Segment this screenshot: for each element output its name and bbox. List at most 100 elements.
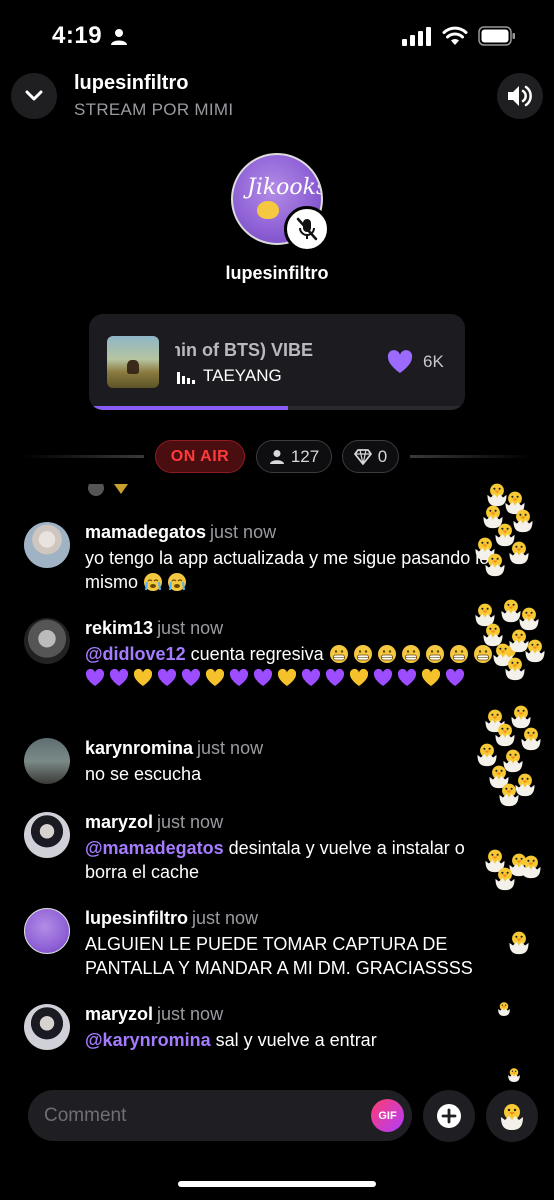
hatching-chick-icon: [498, 1002, 510, 1016]
chat-username[interactable]: rekim13: [85, 618, 153, 638]
chat-text: @karynromina sal y vuelve a entrar: [85, 1028, 505, 1052]
divider-left: [22, 455, 144, 458]
chat-message: rekim13 just now @didlove12 cuenta regres…: [24, 618, 524, 718]
chat-mention[interactable]: @mamadegatos: [85, 838, 224, 858]
viewer-count-pill[interactable]: 127: [256, 440, 332, 473]
chat-text-content: ALGUIEN LE PUEDE TOMAR CAPTURA DE PANTAL…: [85, 934, 473, 978]
yellow-heart-icon: [277, 668, 297, 686]
chat-message: maryzol just now @mamadegatos desintala y…: [24, 812, 524, 888]
hatching-chick-icon: [505, 657, 525, 681]
hatching-chick-icon: [485, 553, 505, 577]
plus-icon: [437, 1104, 461, 1128]
music-card[interactable]: min of BTS) VIBE TAEYANG 6K: [89, 314, 465, 410]
chat-text: ALGUIEN LE PUEDE TOMAR CAPTURA DE PANTAL…: [85, 932, 505, 980]
chat-text-content: no se escucha: [85, 764, 202, 784]
purple-heart-icon: [373, 668, 393, 686]
chat-text-content: sal y vuelve a entrar: [210, 1030, 377, 1050]
purple-heart-icon: [301, 668, 321, 686]
gif-button[interactable]: GIF: [371, 1099, 404, 1132]
track-artist: TAEYANG: [203, 366, 282, 385]
hatching-chick-icon: [521, 855, 541, 879]
person-icon: [269, 449, 284, 464]
yellow-heart-icon: [133, 668, 153, 686]
avatar[interactable]: [24, 618, 70, 664]
chat-username[interactable]: mamadegatos: [85, 522, 206, 542]
yellow-heart-icon: [349, 668, 369, 686]
mic-off-icon: [296, 217, 318, 241]
reaction-button[interactable]: [486, 1090, 538, 1142]
chat-mention[interactable]: @didlove12: [85, 644, 186, 664]
comment-input[interactable]: [44, 1090, 364, 1141]
yellow-heart-icon: [421, 668, 441, 686]
stream-header: lupesinfiltro STREAM POR MIMI: [0, 70, 554, 130]
hatching-chick-icon: [499, 783, 519, 807]
avatar[interactable]: [24, 908, 70, 954]
chat-text: no se escucha: [85, 762, 505, 786]
status-bar: 4:19: [0, 0, 554, 70]
chat-username-line: maryzol just now: [85, 1004, 223, 1025]
track-title: min of BTS) VIBE: [175, 340, 369, 361]
add-button[interactable]: [423, 1090, 475, 1142]
grimacing-face-icon: [401, 645, 420, 663]
divider-right: [410, 455, 532, 458]
grimacing-face-icon: [425, 645, 444, 663]
wifi-icon: [442, 26, 468, 45]
chat-message: maryzol just now @karynromina sal y vuelv…: [24, 1004, 524, 1054]
purple-heart-icon: [157, 668, 177, 686]
stream-subtitle: STREAM POR MIMI: [74, 100, 234, 119]
chat-timestamp: just now: [197, 738, 264, 758]
grimacing-face-icon: [353, 645, 372, 663]
chat-timestamp: just now: [157, 812, 224, 832]
chat-username[interactable]: karynromina: [85, 738, 193, 758]
chat-timestamp: just now: [157, 618, 224, 638]
chat-text: yo tengo la app actualizada y me sigue p…: [85, 546, 505, 594]
status-time: 4:19: [52, 22, 103, 49]
avatar[interactable]: [24, 738, 70, 784]
avatar[interactable]: [24, 812, 70, 858]
chat-timestamp: just now: [157, 1004, 224, 1024]
chat-username[interactable]: lupesinfiltro: [85, 908, 188, 928]
track-progress-fill: [89, 406, 289, 410]
chat-timestamp: just now: [192, 908, 259, 928]
purple-heart-icon: [109, 668, 129, 686]
chat-text-content: cuenta regresiva: [185, 644, 324, 664]
purple-heart-icon: [397, 668, 417, 686]
track-title-text: min of BTS) VIBE: [175, 340, 313, 360]
chat-username-line: rekim13 just now: [85, 618, 223, 639]
chat-timestamp: just now: [210, 522, 277, 542]
track-progress-bar: [89, 406, 465, 410]
chevron-down-icon: [25, 90, 43, 101]
volume-button[interactable]: [497, 73, 543, 119]
chat-username[interactable]: maryzol: [85, 812, 153, 832]
home-indicator: [178, 1181, 376, 1187]
chat-mention[interactable]: @karynromina: [85, 1030, 211, 1050]
floating-reactions: [462, 480, 554, 1082]
hatching-chick-icon: [501, 1104, 523, 1130]
like-count: 6K: [423, 352, 444, 371]
chat-message: karynromina just now no se escucha: [24, 738, 524, 788]
diamond-count-pill[interactable]: 0: [342, 440, 399, 473]
battery-icon: [478, 26, 515, 46]
avatar[interactable]: [24, 1004, 70, 1050]
hatching-chick-icon: [508, 1068, 520, 1082]
heart-icon[interactable]: [387, 350, 413, 374]
chat-message: mamadegatos just now yo tengo la app actu…: [24, 522, 524, 602]
hatching-chick-icon: [509, 541, 529, 565]
stream-title: lupesinfiltro: [74, 72, 189, 94]
chat-username[interactable]: maryzol: [85, 1004, 153, 1024]
chat-message: lupesinfiltro just now ALGUIEN LE PUEDE T…: [24, 908, 524, 984]
hatching-chick-icon: [495, 867, 515, 891]
yellow-heart-icon: [205, 668, 225, 686]
collapse-button[interactable]: [11, 73, 57, 119]
purple-heart-icon: [229, 668, 249, 686]
avatar[interactable]: [24, 522, 70, 568]
viewer-count: 127: [290, 446, 320, 466]
comment-box[interactable]: GIF: [28, 1090, 412, 1141]
muted-badge: [284, 206, 330, 252]
person-icon: [111, 29, 127, 45]
signal-icon: [402, 27, 431, 46]
diamond-count: 0: [377, 446, 388, 466]
grimacing-face-icon: [377, 645, 396, 663]
chat-username-line: karynromina just now: [85, 738, 263, 759]
chat-username-line: lupesinfiltro just now: [85, 908, 258, 929]
